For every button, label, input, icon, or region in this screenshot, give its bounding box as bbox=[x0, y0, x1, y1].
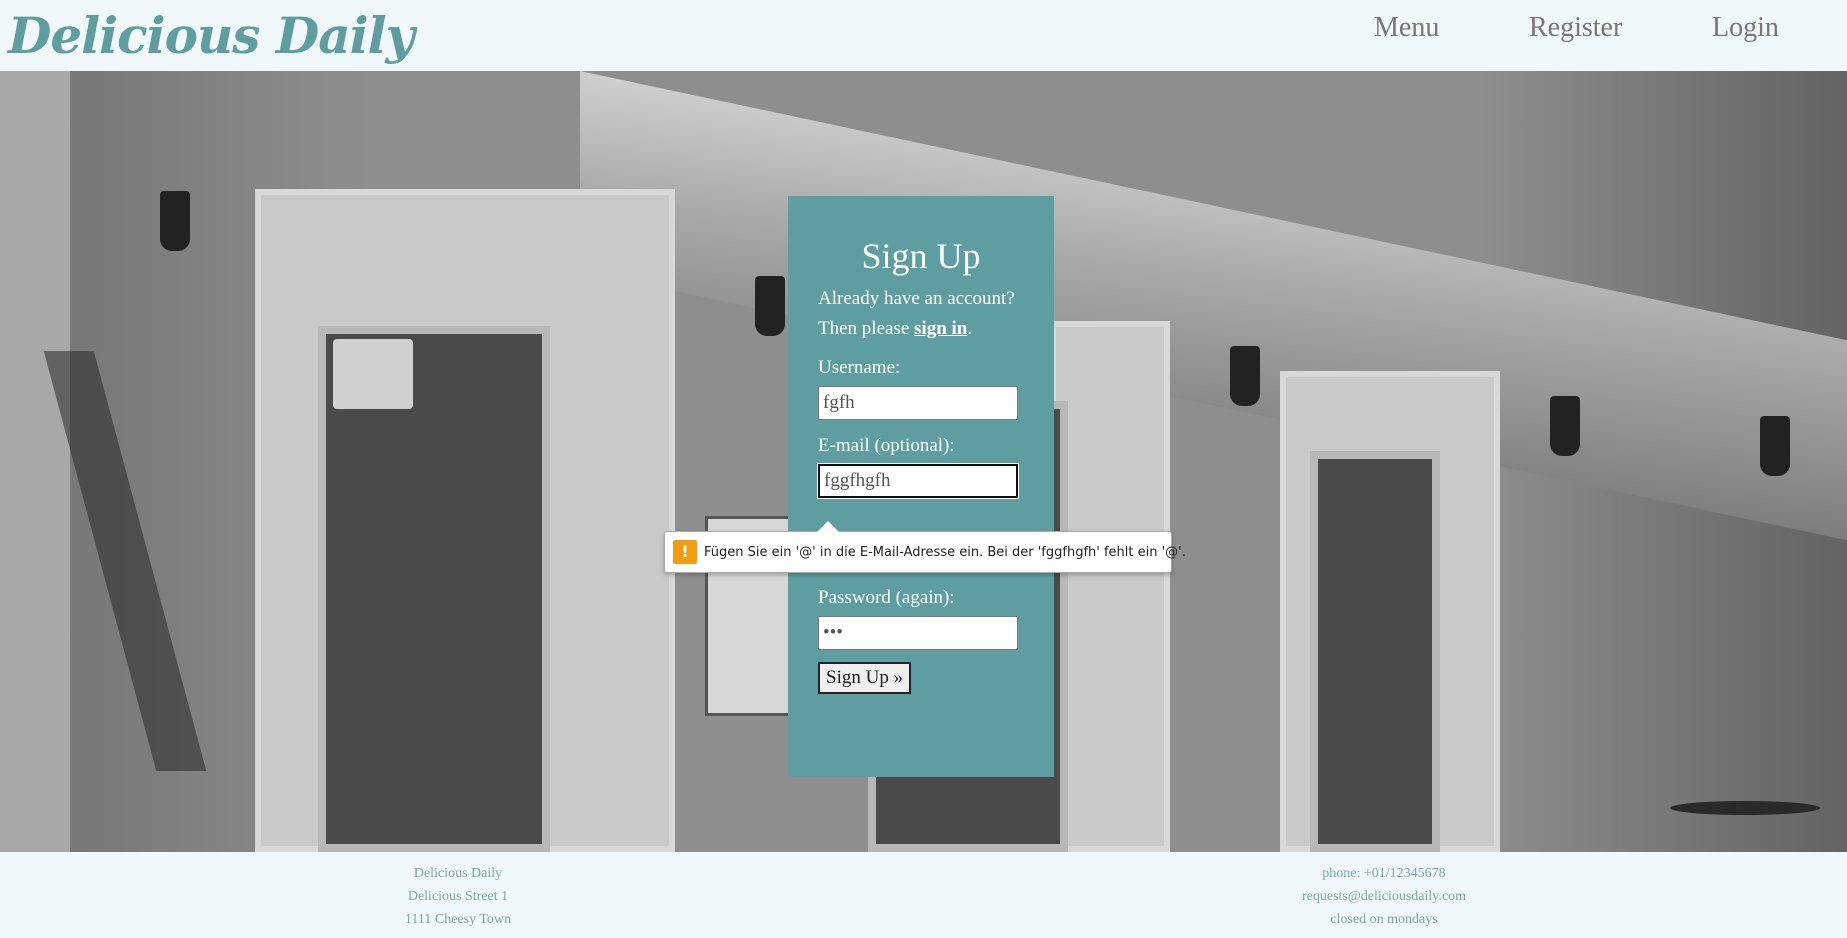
tooltip-arrow bbox=[817, 521, 839, 532]
site-logo[interactable]: Delicious Daily bbox=[8, 0, 415, 72]
nav-login-link[interactable]: Login bbox=[1712, 8, 1779, 48]
sign-in-link[interactable]: sign in bbox=[914, 318, 967, 339]
signup-submit-button[interactable]: Sign Up » bbox=[818, 662, 912, 694]
email-field[interactable] bbox=[818, 464, 1018, 498]
wall-lamp bbox=[1550, 396, 1580, 456]
footer-town: 1111 Cheesy Town bbox=[404, 912, 512, 927]
validation-message: Fügen Sie ein '@' in die E-Mail-Adresse … bbox=[704, 545, 1186, 560]
footer-restaurant-name: Delicious Daily bbox=[413, 866, 503, 881]
username-field[interactable] bbox=[818, 386, 1018, 420]
door-right bbox=[1310, 451, 1440, 852]
then-please-text: Then please bbox=[818, 318, 915, 339]
password-again-label: Password (again): bbox=[818, 587, 955, 608]
warning-icon: ! bbox=[673, 540, 697, 564]
already-account-text: Already have an account? bbox=[818, 288, 1015, 309]
wall-lamp bbox=[1760, 416, 1790, 476]
password-again-field[interactable] bbox=[818, 616, 1018, 650]
door-frame-center bbox=[1050, 321, 1170, 852]
signup-card: Sign Up Already have an account? Then pl… bbox=[788, 196, 1054, 777]
footer-phone: phone: +01/12345678 bbox=[1322, 866, 1446, 881]
site-footer: Delicious Daily Delicious Street 1 1111 … bbox=[0, 852, 1847, 938]
footer-contact: phone: +01/12345678 requests@deliciousda… bbox=[1284, 862, 1484, 931]
signup-title: Sign Up bbox=[861, 236, 981, 276]
sign-in-prompt: Then please sign in. bbox=[818, 314, 1024, 344]
username-label: Username: bbox=[818, 357, 901, 378]
footer-street: Delicious Street 1 bbox=[407, 889, 509, 904]
validation-tooltip: ! Fügen Sie ein '@' in die E-Mail-Adress… bbox=[664, 521, 1186, 573]
wall-lamp bbox=[755, 276, 785, 336]
email-label: E-mail (optional): bbox=[818, 435, 955, 456]
site-header: Delicious Daily Menu Register Login bbox=[0, 0, 1847, 70]
footer-hours: closed on mondays bbox=[1330, 912, 1438, 927]
wall-lamp bbox=[160, 191, 190, 251]
footer-email[interactable]: requests@deliciousdaily.com bbox=[1284, 885, 1484, 908]
nav-menu-link[interactable]: Menu bbox=[1374, 8, 1439, 48]
nav-register-link[interactable]: Register bbox=[1529, 8, 1622, 48]
footer-address: Delicious Daily Delicious Street 1 1111 … bbox=[358, 862, 558, 931]
wall-lamp bbox=[1230, 346, 1260, 406]
vent-fan bbox=[333, 339, 413, 409]
cafe-table bbox=[1670, 801, 1820, 815]
wall-pillar bbox=[0, 71, 70, 852]
period-text: . bbox=[967, 318, 973, 339]
